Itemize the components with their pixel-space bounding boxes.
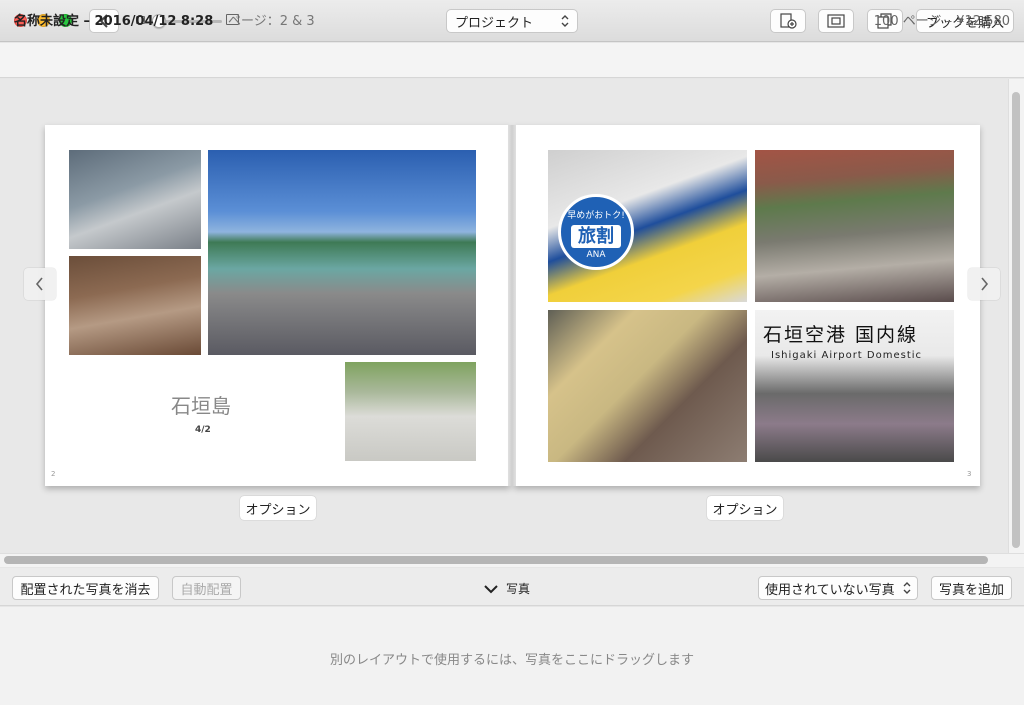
photo-slot[interactable] xyxy=(548,310,747,462)
add-page-button[interactable] xyxy=(770,9,806,33)
page-number-left: 2 xyxy=(51,470,56,478)
project-select[interactable]: プロジェクト xyxy=(446,9,578,33)
next-page-button[interactable] xyxy=(968,268,1000,300)
updown-chevron-icon xyxy=(561,15,569,27)
photo-slot[interactable] xyxy=(755,150,954,302)
photo-slot[interactable] xyxy=(69,150,201,249)
right-page-options-button[interactable]: オプション xyxy=(707,496,783,520)
page-number-right: 3 xyxy=(967,470,972,478)
badge-caption: 早めがおトク! xyxy=(567,211,625,221)
price-info: 100 ページ – ¥12,580 xyxy=(873,14,1010,29)
drop-hint-text: 別のレイアウトで使用するには、写真をここにドラッグします xyxy=(329,653,694,668)
chevron-right-icon xyxy=(981,277,989,291)
add-photos-button[interactable]: 写真を追加 xyxy=(931,576,1012,600)
photos-panel-label: 写真 xyxy=(506,582,531,596)
photo-slot[interactable] xyxy=(69,256,201,355)
info-bar xyxy=(0,43,1024,78)
photo-filter-select[interactable]: 使用されていない写真 xyxy=(758,576,918,600)
airport-sign-text: 石垣空港 国内線 xyxy=(763,324,919,346)
previous-page-button[interactable] xyxy=(24,268,56,300)
left-page-options-button[interactable]: オプション xyxy=(240,496,316,520)
badge-main-text: 旅割 xyxy=(571,224,621,249)
project-select-label: プロジェクト xyxy=(455,15,534,31)
photo-slot[interactable]: 早めがおトク! 旅割 ANA xyxy=(548,150,747,302)
book-gutter xyxy=(508,125,516,486)
photo-filter-label: 使用されていない写真 xyxy=(765,582,895,598)
photo-slot[interactable] xyxy=(345,362,476,461)
chevron-down-icon xyxy=(484,584,498,593)
page-title[interactable]: 石垣島 xyxy=(171,390,231,419)
badge-brand: ANA xyxy=(586,250,606,261)
page-info: ページ：2 & 3 xyxy=(228,14,315,29)
clear-placed-photos-button[interactable]: 配置された写真を消去 xyxy=(12,576,159,600)
ana-badge: 早めがおトク! 旅割 ANA xyxy=(558,194,634,270)
vertical-scroll-thumb[interactable] xyxy=(1012,92,1020,548)
add-page-icon xyxy=(780,13,797,29)
layout-button[interactable] xyxy=(818,9,854,33)
horizontal-scroll-thumb[interactable] xyxy=(4,556,988,564)
layout-icon xyxy=(827,14,845,28)
photo-slot[interactable] xyxy=(208,150,476,355)
airport-sign-subtext: Ishigaki Airport Domestic xyxy=(771,350,923,361)
document-title: 名称未設定 – 2016/04/12 8:28 xyxy=(14,14,214,29)
photos-panel-toggle[interactable]: 写真 xyxy=(484,580,530,597)
photo-slot[interactable]: 石垣空港 国内線 Ishigaki Airport Domestic xyxy=(755,310,954,462)
chevron-left-icon xyxy=(35,277,43,291)
updown-chevron-icon xyxy=(903,582,911,594)
page-date[interactable]: 4/2 xyxy=(195,425,211,435)
autofill-button[interactable]: 自動配置 xyxy=(172,576,241,600)
